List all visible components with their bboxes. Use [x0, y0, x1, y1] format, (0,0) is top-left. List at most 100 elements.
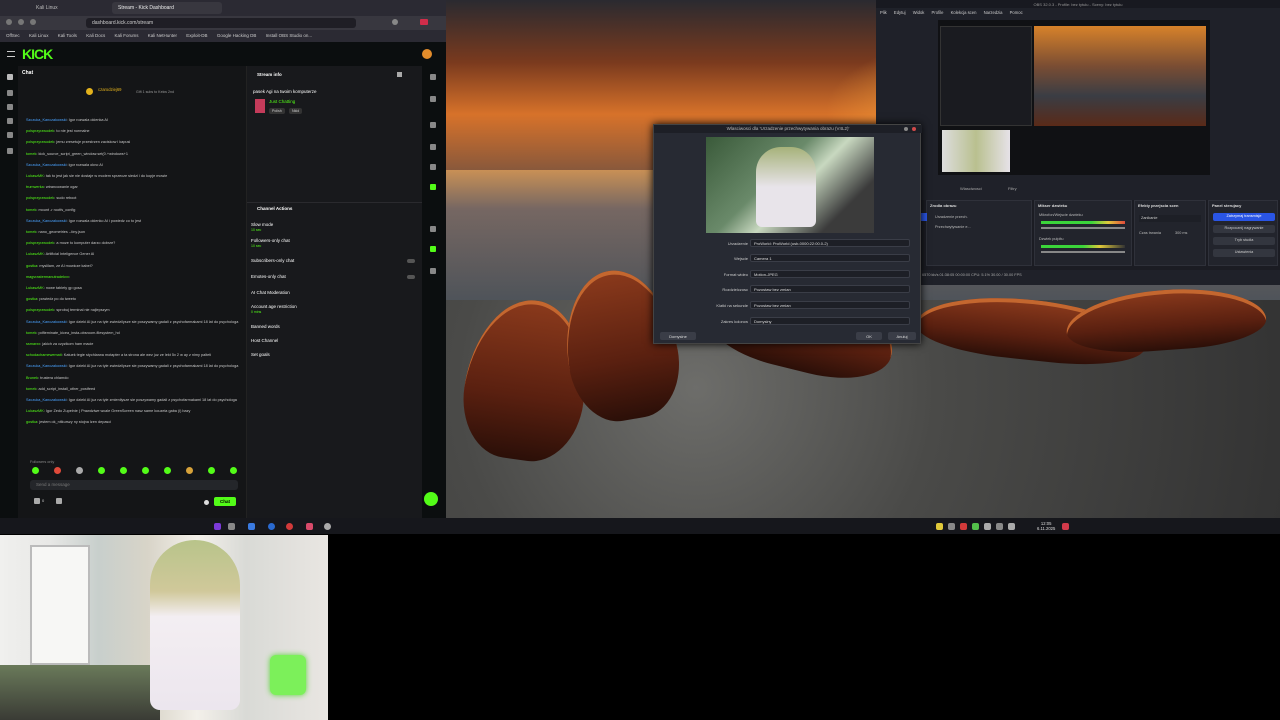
send-chat-button[interactable]: Chat [214, 497, 236, 506]
avatar[interactable] [422, 49, 432, 59]
browser-tab[interactable]: Kali Linux [30, 2, 100, 14]
bookmark[interactable]: Kali Tools [58, 33, 77, 38]
action-banned-words[interactable]: Banned words [251, 324, 280, 329]
profile-icon[interactable] [420, 19, 428, 25]
bookmark[interactable]: Install OBS Studio on... [266, 33, 313, 38]
settings-icon[interactable] [7, 148, 13, 154]
tool-icon[interactable] [430, 122, 436, 128]
tool-icon[interactable] [430, 144, 436, 150]
chat-username[interactable]: Brunek [26, 376, 38, 380]
chat-username[interactable]: tomek [26, 387, 36, 391]
menu-item[interactable]: Plik [880, 10, 887, 15]
app-launcher-icon[interactable] [214, 523, 221, 530]
emotes-only-toggle[interactable] [407, 275, 415, 279]
community-icon[interactable] [7, 118, 13, 124]
chat-username[interactable]: Szczuka_Kanczakowski [26, 398, 67, 402]
action-slow-mode[interactable]: Slow mode [251, 222, 273, 227]
chat-username[interactable]: gostka [26, 420, 37, 424]
close-icon[interactable] [912, 127, 916, 131]
minimize-icon[interactable] [904, 127, 908, 131]
chat-username[interactable]: ssmarxx [26, 342, 40, 346]
kick-logo[interactable]: KICK [22, 46, 53, 62]
emote-icon[interactable] [142, 467, 149, 474]
bookmark[interactable]: Exploit-DB [186, 33, 207, 38]
action-emotes-only[interactable]: Emotes-only chat [251, 274, 286, 279]
chat-bubble-icon[interactable] [430, 184, 436, 190]
tool-icon[interactable] [430, 164, 436, 170]
menu-item[interactable]: Narzedzia [984, 10, 1003, 15]
studio-mode-button[interactable]: Tryb studia [1213, 237, 1275, 245]
browser-tab-active[interactable]: Stream - Kick Dashboard [112, 2, 222, 14]
pinned-user[interactable]: czarodziej69 [98, 87, 122, 92]
stream-icon[interactable] [7, 90, 13, 96]
menu-item[interactable]: Edytuj [894, 10, 906, 15]
tray-icon[interactable] [936, 523, 943, 530]
chat-username[interactable]: Szczuka_Kanczakowski [26, 163, 67, 167]
tool-icon[interactable] [430, 226, 436, 232]
menu-item[interactable]: Profile [932, 10, 944, 15]
forward-icon[interactable] [18, 19, 24, 25]
ok-button[interactable]: OK [856, 332, 882, 340]
input-select[interactable]: Camera 1 [750, 254, 910, 262]
chat-username[interactable]: trumwerka [26, 185, 44, 189]
stream-category[interactable]: Just Chatting [269, 99, 295, 104]
video-format-select[interactable]: Motion-JPEG [750, 270, 910, 278]
app-icon[interactable] [324, 523, 331, 530]
dashboard-icon[interactable] [7, 104, 13, 110]
emote-icon[interactable] [208, 467, 215, 474]
emote-icon[interactable] [120, 467, 127, 474]
chat-username[interactable]: LukaszMK [26, 409, 44, 413]
tray-icon[interactable] [948, 523, 955, 530]
chat-username[interactable]: LukaszMK [26, 174, 44, 178]
emote-icon[interactable] [76, 467, 83, 474]
color-range-select[interactable]: Domyslny [750, 317, 910, 325]
tray-icon[interactable] [984, 523, 991, 530]
chat-username[interactable]: polsprzyrzwodek [26, 308, 54, 312]
emote-icon[interactable] [98, 467, 105, 474]
mod-icon[interactable] [430, 246, 436, 252]
chat-username[interactable]: schodachamewemati [26, 353, 62, 357]
bookmark[interactable]: Kali Docs [86, 33, 105, 38]
back-icon[interactable] [6, 19, 12, 25]
volume-slider[interactable] [1041, 227, 1125, 229]
subscribers-only-toggle[interactable] [407, 259, 415, 263]
chat-username[interactable]: Szczuka_Kanczakowski [26, 219, 67, 223]
points-icon[interactable] [34, 498, 40, 504]
action-followers-only[interactable]: Followers-only chat [251, 238, 290, 243]
chat-settings-icon[interactable] [204, 500, 209, 505]
address-bar[interactable]: dashboard.kick.com/stream [86, 18, 356, 28]
obs-program-preview[interactable] [938, 20, 1210, 175]
network-icon[interactable] [996, 523, 1003, 530]
gift-sub-icon[interactable] [56, 498, 62, 504]
help-button[interactable] [424, 492, 438, 506]
menu-icon[interactable] [7, 51, 15, 57]
chat-username[interactable]: Szczuka_Kanczakowski [26, 364, 67, 368]
volume-slider[interactable] [1041, 251, 1125, 253]
chat-username[interactable]: Szczuka_Kanczakowski [26, 320, 67, 324]
tray-icon[interactable] [960, 523, 967, 530]
framerate-select[interactable]: Pozostaw bez zmian [750, 301, 910, 309]
bookmark[interactable]: OffSec [6, 33, 20, 38]
chat-username[interactable]: LukaszMK [26, 252, 44, 256]
app-icon[interactable] [306, 523, 313, 530]
chat-username[interactable]: tomek [26, 208, 36, 212]
bookmark[interactable]: Kali Forums [114, 33, 138, 38]
menu-item[interactable]: Kolekcja scen [951, 10, 977, 15]
extensions-icon[interactable] [392, 19, 398, 25]
duration-value[interactable]: 300 ms [1175, 231, 1187, 235]
properties-tab[interactable]: Wlasciwosci [960, 186, 982, 191]
stop-streaming-button[interactable]: Zatrzymaj transmisje [1213, 213, 1275, 221]
action-set-goals[interactable]: Set goals [251, 352, 270, 357]
chat-username[interactable]: Szczuka_Kanczakowski [26, 118, 67, 122]
filters-tab[interactable]: Filtry [1008, 186, 1017, 191]
chat-username[interactable]: polsprzyrzwodek [26, 241, 54, 245]
tool-icon[interactable] [430, 268, 436, 274]
device-select[interactable]: ProWorld: ProWorld (usb-0000:22:00.0-2) [750, 239, 910, 247]
files-icon[interactable] [248, 523, 255, 530]
bookmark[interactable]: Google Hacking DB [217, 33, 257, 38]
action-host-channel[interactable]: Host Channel [251, 338, 278, 343]
action-ai-moderation[interactable]: AI Chat Moderation [251, 290, 290, 295]
chat-username[interactable]: LukaszMK [26, 286, 44, 290]
chat-username[interactable]: tomek [26, 230, 36, 234]
transition-select[interactable]: Zanikanie [1139, 215, 1201, 222]
